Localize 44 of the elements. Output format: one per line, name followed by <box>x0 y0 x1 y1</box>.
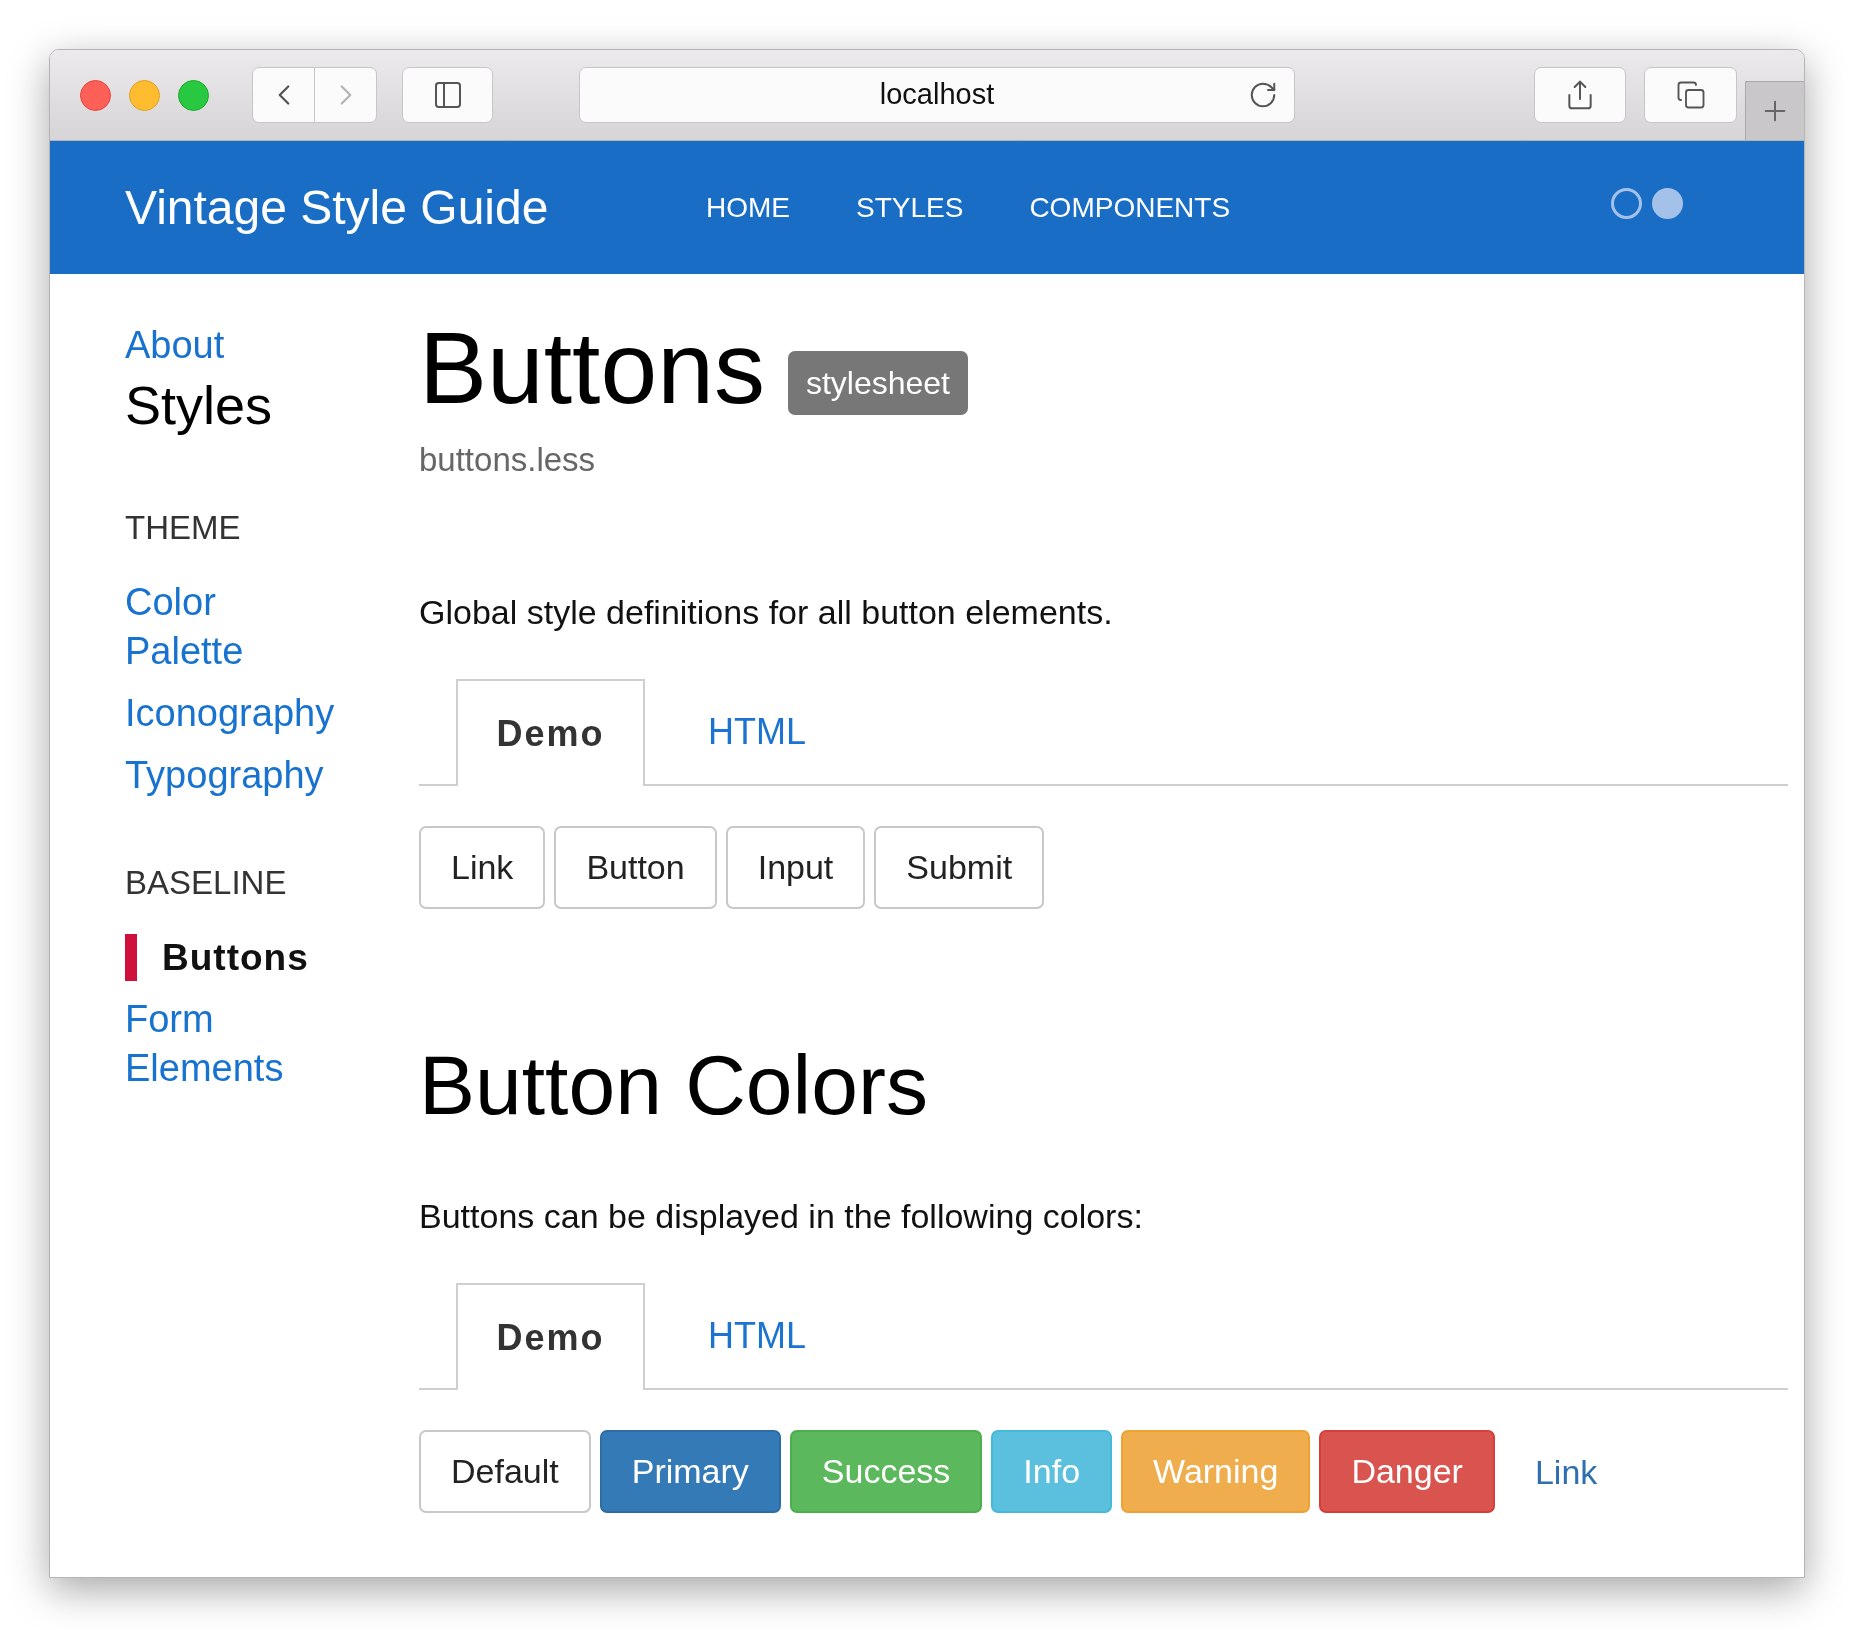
link[interactable]: Link <box>1534 1449 1598 1494</box>
tab[interactable]: HTML <box>708 709 806 754</box>
sidebar-link[interactable]: Buttons <box>162 933 309 982</box>
maximize-icon[interactable] <box>178 80 209 111</box>
stylesheet-badge: stylesheet <box>787 351 968 415</box>
minimize-icon[interactable] <box>129 80 160 111</box>
primary-button[interactable]: Primary <box>599 1430 781 1513</box>
sidebar-heading: THEME <box>125 508 241 548</box>
nav-link[interactable]: STYLES <box>856 186 964 229</box>
sidebar-link[interactable]: Typography <box>125 751 324 800</box>
sidebar-heading: BASELINE <box>125 863 287 903</box>
share-button[interactable] <box>1534 67 1626 123</box>
new-tab-button[interactable] <box>1745 81 1804 140</box>
site-title[interactable]: Vintage Style Guide <box>125 180 549 234</box>
description: Global style definitions for all button elements. <box>419 592 1113 633</box>
tab[interactable]: Demo <box>456 679 645 786</box>
button[interactable]: Link <box>419 826 546 909</box>
section-title: Button Colors <box>419 1043 928 1127</box>
page-title: Buttons <box>419 318 765 418</box>
close-icon[interactable] <box>80 80 111 111</box>
ring-icon[interactable] <box>1611 188 1642 219</box>
button[interactable]: Input <box>725 826 866 909</box>
danger-button[interactable]: Danger <box>1319 1430 1495 1513</box>
button[interactable]: Submit <box>874 826 1045 909</box>
reload-icon[interactable] <box>1248 80 1278 110</box>
button[interactable]: Default <box>419 1430 591 1513</box>
sidebar-title: Styles <box>125 375 273 435</box>
sidebar-link[interactable]: Iconography <box>125 689 335 738</box>
description: Buttons can be displayed in the following colors: <box>419 1196 1143 1237</box>
active-indicator <box>125 934 137 981</box>
sidebar-link[interactable]: Form Elements <box>125 995 284 1093</box>
nav-link[interactable]: COMPONENTS <box>1029 186 1231 229</box>
back-button[interactable] <box>252 67 315 123</box>
button[interactable]: Button <box>554 826 717 909</box>
nav-link[interactable]: HOME <box>706 186 790 229</box>
file-name: buttons.less <box>419 440 596 480</box>
tabs-icon <box>1675 80 1706 110</box>
sidebar-link[interactable]: About <box>125 321 225 370</box>
tab[interactable]: Demo <box>456 1283 645 1390</box>
sidebar-link[interactable]: Color Palette <box>125 578 244 676</box>
sidebar-button[interactable] <box>402 67 493 123</box>
address-field[interactable]: localhost <box>579 67 1295 123</box>
tab[interactable]: HTML <box>708 1313 806 1358</box>
tabs-button[interactable] <box>1644 67 1737 123</box>
